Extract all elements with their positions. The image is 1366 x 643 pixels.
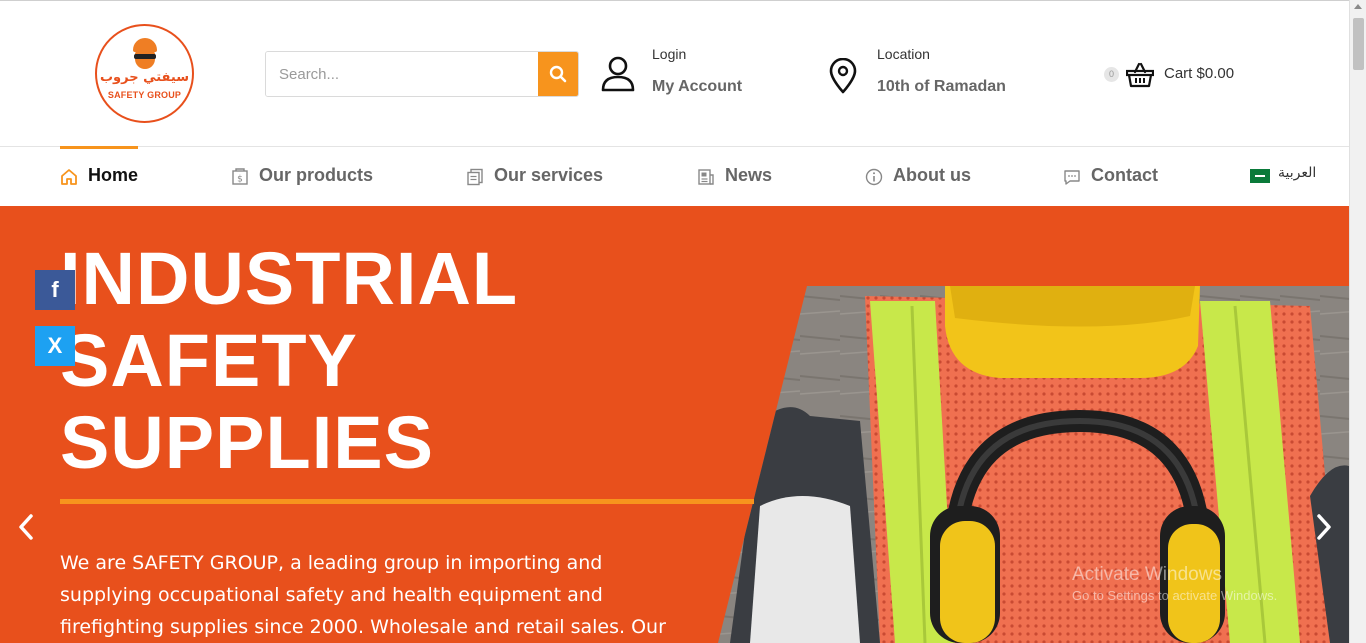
chat-icon [1064,170,1080,185]
nav-label-news: News [725,165,773,185]
hero-title: INDUSTRIAL SAFETY SUPPLIES [60,238,760,484]
map-pin-icon [829,58,857,94]
scrollbar-thumb[interactable] [1353,18,1364,70]
facebook-icon: f [51,277,59,302]
cart-total: Cart $0.00 [1164,65,1235,82]
services-icon [467,168,483,186]
site-header: سيفتي جروب SAFETY GROUP Login My Account [0,1,1349,146]
news-icon [698,169,714,185]
chevron-right-icon [1317,514,1331,540]
products-icon: $ [232,168,248,185]
nav-label-services: Our services [494,165,604,185]
activate-windows-watermark: Activate Windows Go to Settings to activ… [1072,564,1277,603]
nav-label-products: Our products [259,165,374,185]
language-label: العربية [1278,165,1317,181]
search-input[interactable] [266,52,540,96]
basket-icon [1126,62,1154,88]
nav-label-about: About us [893,165,971,185]
search-box [265,51,579,97]
chevron-left-icon [19,514,33,540]
logo-helmet [133,38,157,52]
location-label: Location [877,46,930,62]
logo[interactable]: سيفتي جروب SAFETY GROUP [95,24,194,123]
nav-label-home: Home [88,165,139,185]
saudi-flag-icon [1250,169,1270,183]
x-icon: X [47,333,63,358]
home-icon [61,169,77,185]
svg-text:$: $ [237,175,243,185]
nav-label-contact: Contact [1091,165,1158,185]
facebook-share-button[interactable]: f [35,270,75,310]
logo-arabic-text: سيفتي جروب [99,70,190,85]
logo-glasses [134,54,156,59]
hero-divider [60,499,754,504]
hero-title-line-2: SAFETY [60,319,358,402]
user-icon [601,56,635,92]
watermark-subtitle: Go to Settings to activate Windows. [1072,588,1278,603]
x-share-button[interactable]: X [35,326,75,366]
page: سيفتي جروب SAFETY GROUP Login My Account [0,0,1366,643]
hero-title-line-3: SUPPLIES [60,401,434,484]
active-indicator [60,146,138,149]
cart-count-badge: 0 [1104,67,1119,82]
page-scrollbar[interactable] [1349,0,1366,643]
main-nav: Home $ Our products Our services News Ab… [0,146,1349,206]
hero-description: We are SAFETY GROUP, a leading group in … [60,552,666,638]
scroll-up-arrow[interactable] [1354,4,1362,9]
location-link[interactable]: Location 10th of Ramadan [826,45,1026,101]
hero-title-line-1: INDUSTRIAL [60,237,519,320]
account-link[interactable]: Login My Account [598,45,768,101]
watermark-title: Activate Windows [1072,564,1222,585]
my-account-label: My Account [652,78,743,95]
location-value: 10th of Ramadan [877,78,1006,95]
language-switcher[interactable]: العربية [1250,165,1330,189]
slider-prev-button[interactable] [14,512,38,542]
search-button[interactable] [538,52,578,96]
search-icon [549,65,567,83]
login-label: Login [652,46,687,62]
info-icon [865,168,883,186]
slider-next-button[interactable] [1312,512,1336,542]
cart-link[interactable]: 0 Cart $0.00 [1102,60,1252,90]
logo-english-text: SAFETY GROUP [107,90,182,100]
